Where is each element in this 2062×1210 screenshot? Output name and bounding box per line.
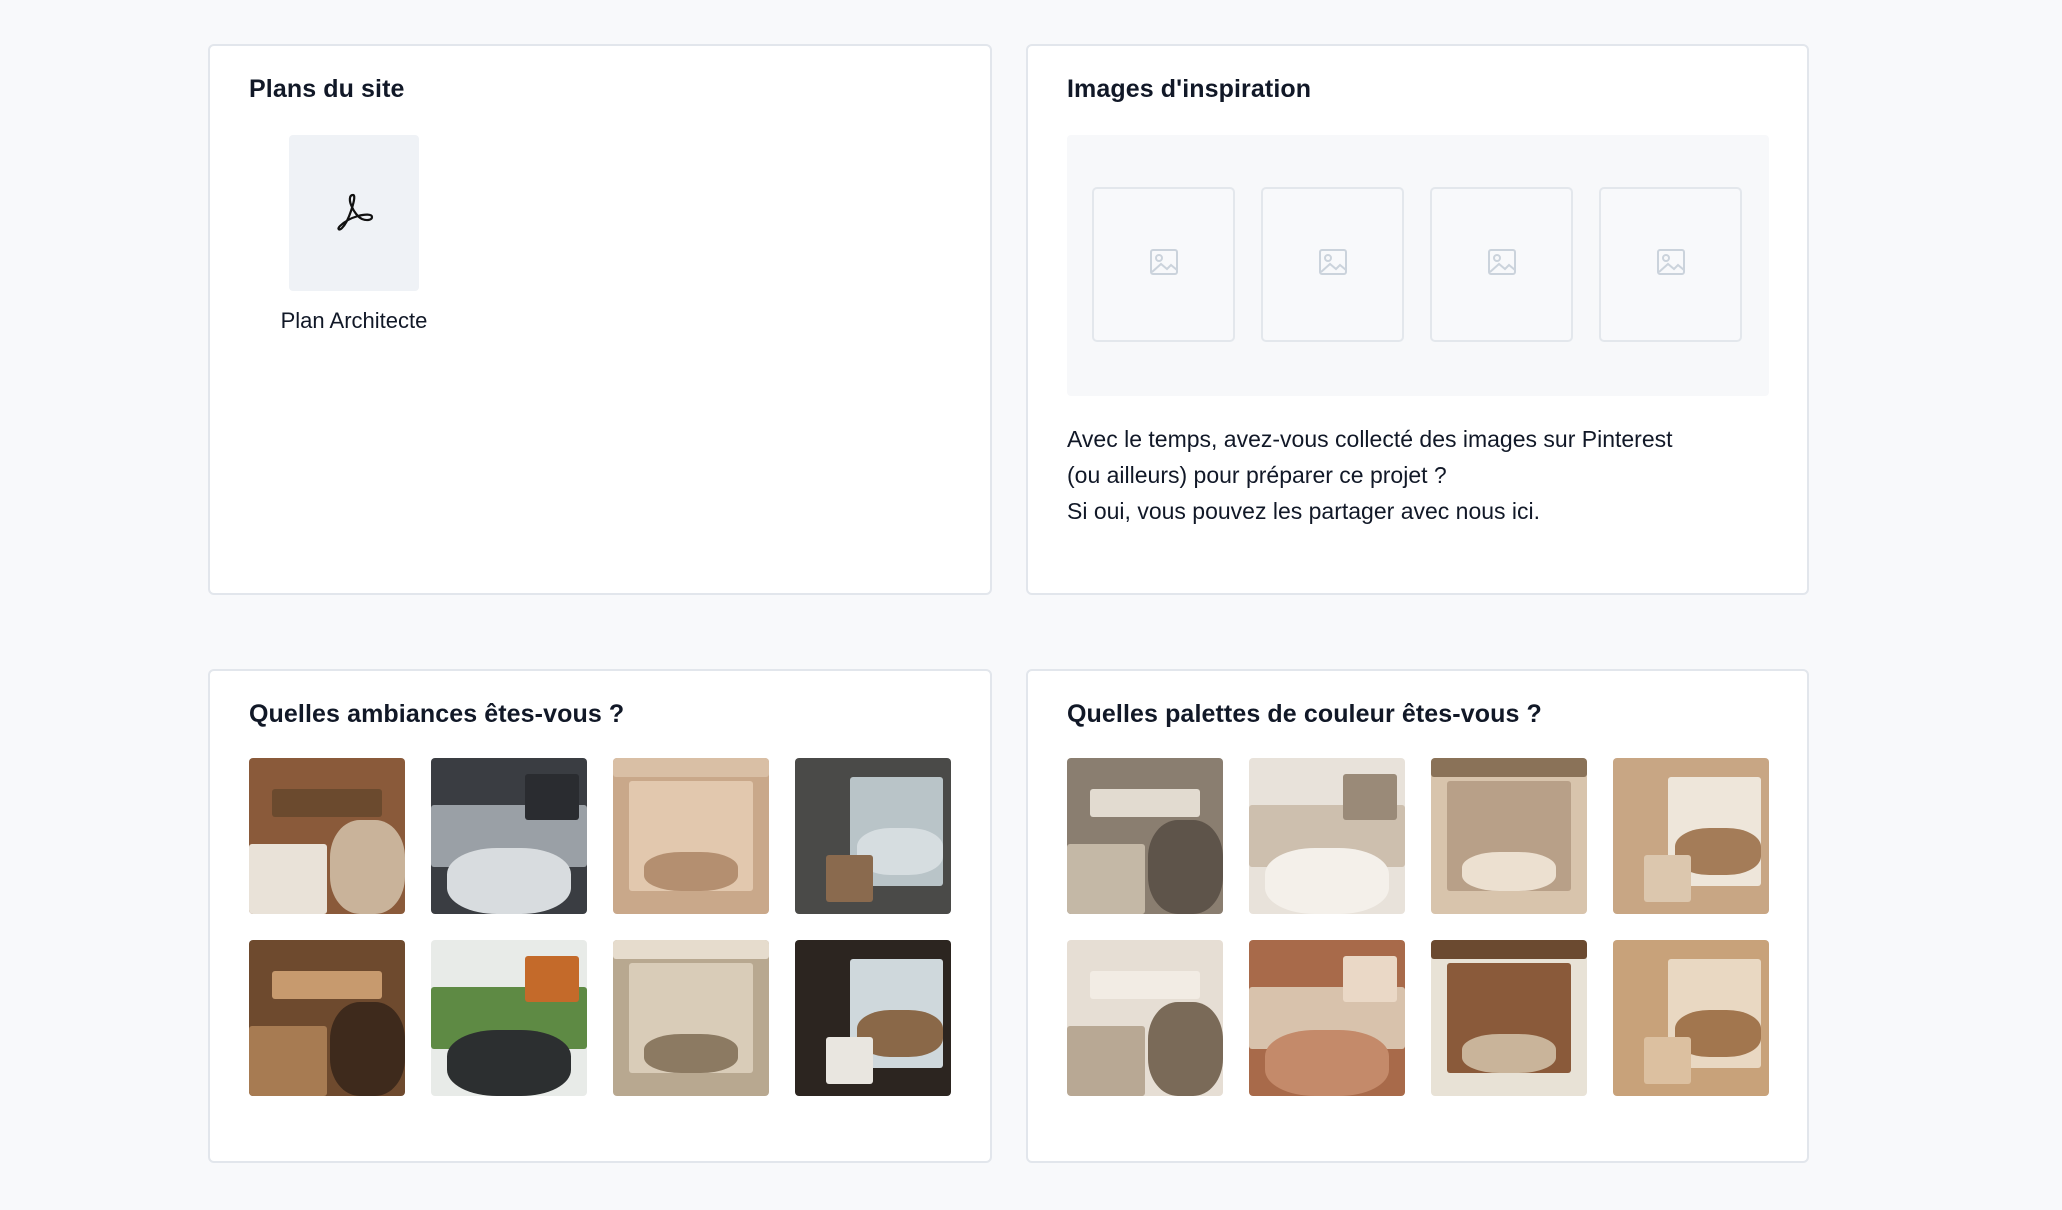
- image-placeholder-icon: [1656, 247, 1686, 282]
- image-region: [330, 1002, 405, 1096]
- image-region: [826, 854, 873, 902]
- image-region: [272, 971, 382, 1000]
- palettes-grid: [1067, 758, 1769, 1096]
- image-region: [330, 820, 405, 914]
- image-region: [272, 789, 382, 818]
- image-region: [1431, 758, 1587, 777]
- ambiances-card: Quelles ambiances êtes-vous ?: [208, 669, 992, 1163]
- image-slot[interactable]: [1092, 187, 1235, 342]
- image-placeholder-icon: [1149, 247, 1179, 282]
- image-region: [1264, 848, 1390, 914]
- image-region: [1644, 1036, 1691, 1084]
- image-region: [1431, 940, 1587, 959]
- image-region: [1067, 1025, 1145, 1096]
- ambiance-image[interactable]: [613, 758, 769, 914]
- plans-card: Plans du site Plan Architecte: [208, 44, 992, 595]
- image-region: [524, 955, 580, 1003]
- image-region: [826, 1036, 873, 1084]
- image-region: [1067, 843, 1145, 914]
- plan-file-tile[interactable]: [289, 135, 419, 291]
- ambiance-image[interactable]: [431, 758, 587, 914]
- image-slot[interactable]: [1430, 187, 1573, 342]
- image-region: [249, 843, 327, 914]
- inspiration-card: Images d'inspiration Avec le temps, avez…: [1026, 44, 1809, 595]
- ambiance-image[interactable]: [431, 940, 587, 1096]
- image-placeholder-icon: [1318, 247, 1348, 282]
- palette-image[interactable]: [1249, 940, 1405, 1096]
- image-region: [1090, 971, 1200, 1000]
- image-slot[interactable]: [1261, 187, 1404, 342]
- image-placeholder-icon: [1487, 247, 1517, 282]
- image-region: [249, 1025, 327, 1096]
- palette-image[interactable]: [1067, 758, 1223, 914]
- palette-image[interactable]: [1431, 758, 1587, 914]
- image-region: [446, 848, 572, 914]
- palette-image[interactable]: [1431, 940, 1587, 1096]
- ambiances-grid: [249, 758, 951, 1096]
- pdf-icon: [332, 189, 376, 238]
- image-region: [644, 1033, 738, 1073]
- palettes-title: Quelles palettes de couleur êtes-vous ?: [1067, 700, 1542, 728]
- palette-image[interactable]: [1613, 940, 1769, 1096]
- image-region: [1342, 955, 1398, 1003]
- image-region: [1462, 1033, 1556, 1073]
- description-line: Avec le temps, avez-vous collecté des im…: [1067, 426, 1673, 452]
- image-region: [613, 940, 769, 959]
- image-region: [1090, 789, 1200, 818]
- description-line: Si oui, vous pouvez les partager avec no…: [1067, 498, 1541, 524]
- image-region: [613, 758, 769, 777]
- image-region: [1342, 773, 1398, 821]
- palette-image[interactable]: [1249, 758, 1405, 914]
- ambiance-image[interactable]: [249, 758, 405, 914]
- ambiance-image[interactable]: [613, 940, 769, 1096]
- palette-image[interactable]: [1067, 940, 1223, 1096]
- ambiance-image[interactable]: [795, 940, 951, 1096]
- palette-image[interactable]: [1613, 758, 1769, 914]
- image-region: [524, 773, 580, 821]
- image-region: [1462, 851, 1556, 891]
- palettes-card: Quelles palettes de couleur êtes-vous ?: [1026, 669, 1809, 1163]
- inspiration-dropzone[interactable]: [1067, 135, 1769, 396]
- image-slot[interactable]: [1599, 187, 1742, 342]
- image-region: [1148, 1002, 1223, 1096]
- ambiance-image[interactable]: [249, 940, 405, 1096]
- inspiration-description: Avec le temps, avez-vous collecté des im…: [1067, 421, 1787, 529]
- image-region: [1644, 854, 1691, 902]
- plan-file-name: Plan Architecte: [280, 308, 428, 333]
- image-region: [1148, 820, 1223, 914]
- image-region: [1264, 1030, 1390, 1096]
- description-line: (ou ailleurs) pour préparer ce projet ?: [1067, 462, 1447, 488]
- image-region: [446, 1030, 572, 1096]
- plans-title: Plans du site: [249, 75, 405, 103]
- inspiration-title: Images d'inspiration: [1067, 75, 1312, 103]
- ambiance-image[interactable]: [795, 758, 951, 914]
- image-region: [644, 851, 738, 891]
- ambiances-title: Quelles ambiances êtes-vous ?: [249, 700, 625, 728]
